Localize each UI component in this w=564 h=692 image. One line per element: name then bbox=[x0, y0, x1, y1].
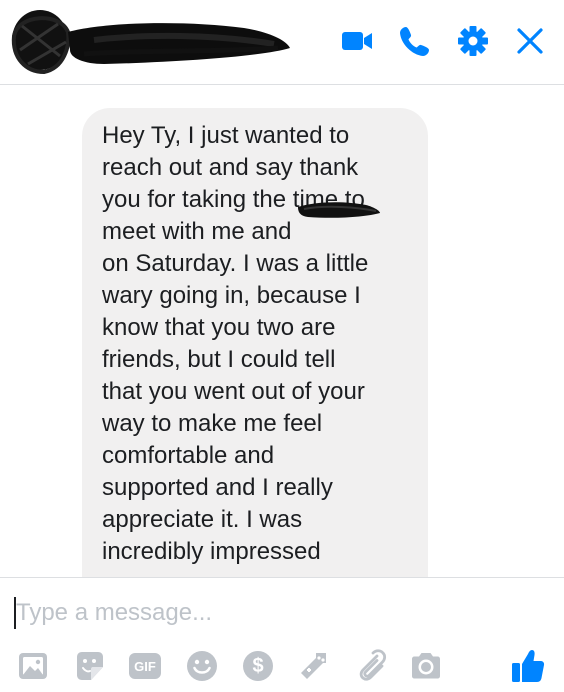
like-button[interactable] bbox=[510, 648, 546, 684]
message-composer: GIF $ bbox=[0, 578, 564, 692]
photo-icon bbox=[19, 653, 47, 679]
gif-label: GIF bbox=[134, 658, 156, 674]
phone-icon bbox=[400, 27, 429, 56]
send-money-button[interactable]: $ bbox=[240, 648, 276, 684]
text-cursor bbox=[14, 597, 16, 629]
game-icon bbox=[301, 653, 326, 679]
message-text: Hey Ty, I just wanted to reach out and s… bbox=[102, 122, 369, 565]
attachment-icon bbox=[359, 649, 387, 681]
gif-button[interactable]: GIF bbox=[127, 648, 163, 684]
emoji-button[interactable] bbox=[184, 648, 220, 684]
camera-icon bbox=[412, 653, 440, 679]
games-button[interactable] bbox=[296, 648, 332, 684]
voice-call-button[interactable] bbox=[398, 24, 432, 58]
message-thread[interactable]: Hey Ty, I just wanted to reach out and s… bbox=[0, 85, 564, 577]
attach-file-button[interactable] bbox=[352, 648, 388, 684]
sticker-button[interactable] bbox=[72, 648, 108, 684]
redacted-contact-name bbox=[68, 23, 290, 64]
close-icon bbox=[517, 28, 543, 54]
video-call-button[interactable] bbox=[340, 24, 374, 58]
thumbs-up-icon bbox=[512, 650, 545, 682]
sticker-icon bbox=[77, 652, 103, 680]
camera-button[interactable] bbox=[408, 648, 444, 684]
settings-button[interactable] bbox=[456, 24, 490, 58]
gear-icon bbox=[458, 26, 488, 56]
payment-label: $ bbox=[252, 654, 264, 677]
conversation-header bbox=[0, 0, 564, 85]
incoming-message-bubble: Hey Ty, I just wanted to reach out and s… bbox=[82, 108, 428, 577]
video-camera-icon bbox=[342, 32, 372, 50]
redacted-name-inline bbox=[298, 202, 380, 218]
photo-button[interactable] bbox=[16, 648, 52, 684]
emoji-icon bbox=[187, 651, 217, 681]
close-button[interactable] bbox=[513, 24, 547, 58]
message-input[interactable] bbox=[12, 595, 552, 631]
